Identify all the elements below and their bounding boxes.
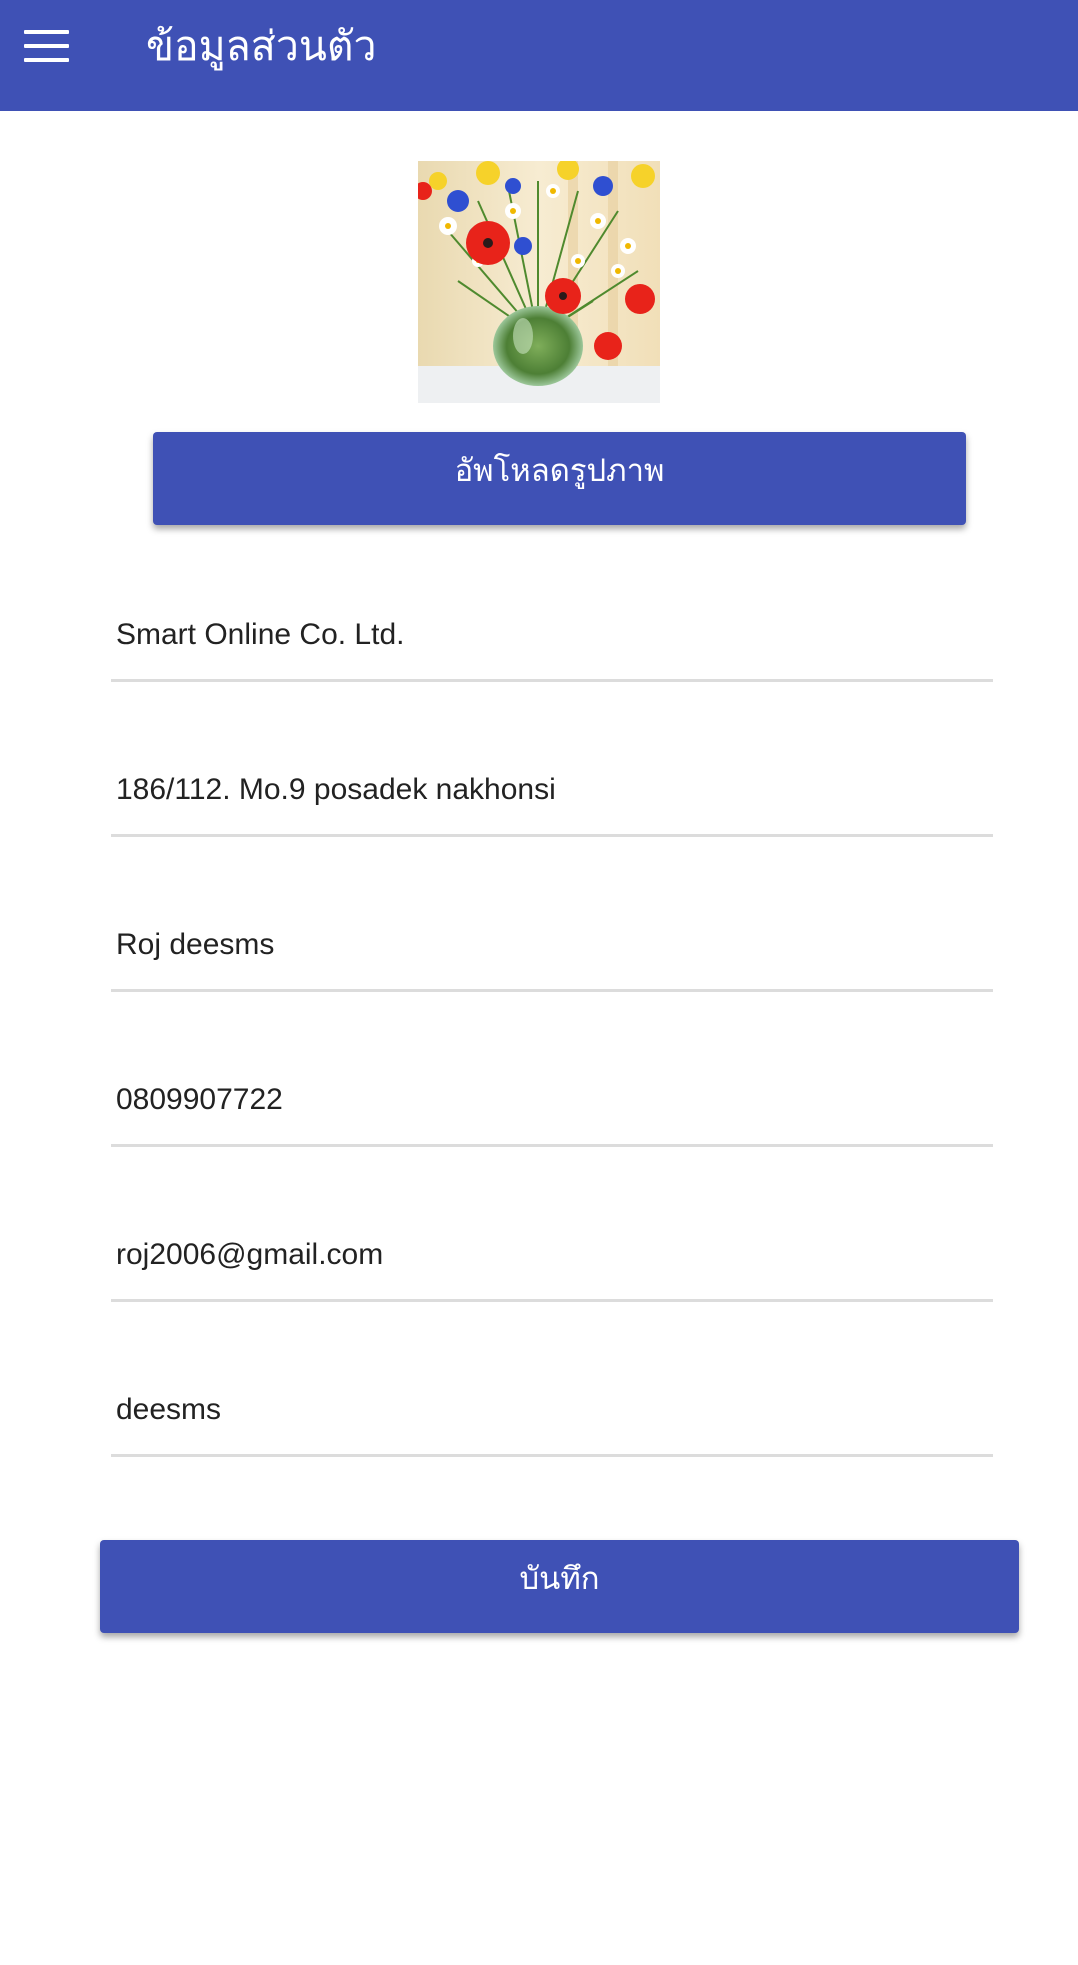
company-field xyxy=(111,605,993,682)
email-input[interactable] xyxy=(116,1225,986,1285)
save-button[interactable]: บันทึก xyxy=(100,1540,1019,1633)
company-input[interactable] xyxy=(116,605,986,665)
address-field xyxy=(111,760,993,837)
email-field xyxy=(111,1225,993,1302)
name-field xyxy=(111,915,993,992)
upload-image-button[interactable]: อัพโหลดรูปภาพ xyxy=(153,432,966,525)
app-bar: ข้อมูลส่วนตัว xyxy=(0,0,1078,111)
username-input[interactable] xyxy=(116,1380,986,1440)
username-field xyxy=(111,1380,993,1457)
phone-field xyxy=(111,1070,993,1147)
phone-input[interactable] xyxy=(116,1070,986,1130)
page-title: ข้อมูลส่วนตัว xyxy=(146,22,377,70)
hamburger-menu-icon[interactable] xyxy=(14,16,78,76)
name-input[interactable] xyxy=(116,915,986,975)
profile-photo xyxy=(418,161,660,403)
address-input[interactable] xyxy=(116,760,986,820)
